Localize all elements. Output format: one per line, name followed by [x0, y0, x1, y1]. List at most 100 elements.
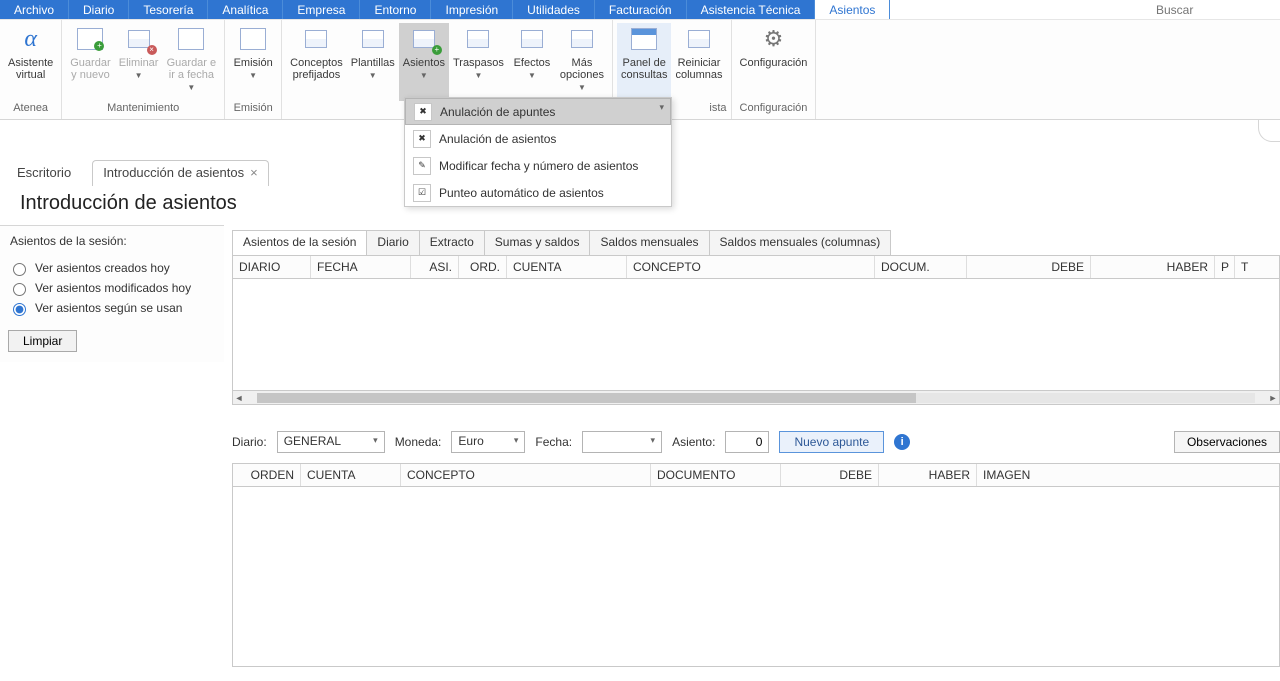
info-icon[interactable]: i [894, 434, 910, 450]
radio-creados-hoy[interactable]: Ver asientos creados hoy [8, 260, 216, 276]
itab-saldos-mensuales-col[interactable]: Saldos mensuales (columnas) [709, 230, 892, 255]
emision-icon [237, 25, 269, 53]
dropdown-anulacion-asientos[interactable]: ✖ Anulación de asientos [405, 125, 671, 152]
col2-orden[interactable]: ORDEN [233, 464, 301, 486]
asiento-input[interactable] [725, 431, 769, 453]
reiniciar-columnas-button[interactable]: Reiniciar columnas [671, 23, 726, 101]
itab-asientos-sesion[interactable]: Asientos de la sesión [232, 230, 367, 255]
menu-tesoreria[interactable]: Tesorería [129, 0, 208, 19]
emision-button[interactable]: Emisión ▼ [229, 23, 277, 101]
scroll-thumb[interactable] [257, 393, 916, 403]
panel-consultas-button[interactable]: Panel de consultas [617, 23, 671, 101]
menu-entorno[interactable]: Entorno [360, 0, 431, 19]
asistente-virtual-button[interactable]: α Asistente virtual [4, 23, 57, 101]
dropcaret: ▼ [528, 70, 536, 82]
label: Asistente [8, 57, 53, 69]
menu-facturacion[interactable]: Facturación [595, 0, 687, 19]
col-concepto[interactable]: CONCEPTO [627, 256, 875, 278]
dropdown-punteo[interactable]: ☑ Punteo automático de asientos [405, 179, 671, 206]
label: Traspasos [453, 57, 504, 69]
dropdown-modificar[interactable]: ✎ Modificar fecha y número de asientos [405, 152, 671, 179]
anul-asientos-icon: ✖ [413, 130, 431, 148]
itab-diario[interactable]: Diario [366, 230, 419, 255]
mas-opciones-button[interactable]: Más opciones ▼ [556, 23, 608, 101]
label: Punteo automático de asientos [439, 186, 604, 200]
moneda-select[interactable]: Euro [451, 431, 525, 453]
col2-concepto[interactable]: CONCEPTO [401, 464, 651, 486]
col-asi[interactable]: ASI. [411, 256, 459, 278]
menu-archivo[interactable]: Archivo [0, 0, 69, 19]
col2-cuenta[interactable]: CUENTA [301, 464, 401, 486]
modificar-icon: ✎ [413, 157, 431, 175]
dropdown-anulacion-apuntes[interactable]: ✖ Anulación de apuntes [405, 98, 671, 125]
radio-segun-usan[interactable]: Ver asientos según se usan [8, 300, 216, 316]
group-label: Configuración [736, 101, 812, 119]
col-diario[interactable]: DIARIO [233, 256, 311, 278]
scroll-left-arrow[interactable]: ◄ [233, 393, 245, 403]
menu-utilidades[interactable]: Utilidades [513, 0, 595, 19]
gear-icon: ⚙ [757, 25, 789, 53]
eliminar-button[interactable]: × Eliminar ▼ [115, 23, 163, 101]
entry-table-header: ORDEN CUENTA CONCEPTO DOCUMENTO DEBE HAB… [232, 463, 1280, 487]
menu-empresa[interactable]: Empresa [283, 0, 360, 19]
panel-icon [628, 25, 660, 53]
inner-tabs: Asientos de la sesión Diario Extracto Su… [232, 230, 1280, 255]
itab-sumas-saldos[interactable]: Sumas y saldos [484, 230, 591, 255]
plantillas-icon [357, 25, 389, 53]
observaciones-button[interactable]: Observaciones [1174, 431, 1280, 453]
col-docum[interactable]: DOCUM. [875, 256, 967, 278]
col2-debe[interactable]: DEBE [781, 464, 879, 486]
col2-imagen[interactable]: IMAGEN [977, 464, 1279, 486]
label: Guardar [70, 57, 110, 69]
limpiar-button[interactable]: Limpiar [8, 330, 77, 352]
menu-asientos[interactable]: Asientos [815, 0, 890, 19]
diario-select[interactable]: GENERAL [277, 431, 385, 453]
col-cuenta[interactable]: CUENTA [507, 256, 627, 278]
scroll-track[interactable] [257, 393, 1255, 403]
nuevo-apunte-button[interactable]: Nuevo apunte [779, 431, 884, 453]
col-debe[interactable]: DEBE [967, 256, 1091, 278]
guardar-y-nuevo-button[interactable]: + Guardar y nuevo [66, 23, 114, 101]
col2-haber[interactable]: HABER [879, 464, 977, 486]
horizontal-scrollbar[interactable]: ◄ ► [232, 391, 1280, 405]
col-t[interactable]: T [1235, 256, 1255, 278]
close-icon[interactable]: × [250, 165, 258, 180]
entry-form-row: Diario: GENERAL Moneda: Euro Fecha: Asie… [232, 431, 1280, 453]
label: Modificar fecha y número de asientos [439, 159, 638, 173]
alpha-icon: α [15, 25, 47, 53]
itab-extracto[interactable]: Extracto [419, 230, 485, 255]
mas-opciones-icon [566, 25, 598, 53]
menu-impresion[interactable]: Impresión [431, 0, 513, 19]
guardar-ir-fecha-button[interactable]: Guardar e ir a fecha ▼ [163, 23, 221, 101]
diario-label: Diario: [232, 435, 267, 449]
col-fecha[interactable]: FECHA [311, 256, 411, 278]
col-ord[interactable]: ORD. [459, 256, 507, 278]
tab-introduccion[interactable]: Introducción de asientos× [92, 160, 269, 186]
configuracion-button[interactable]: ⚙ Configuración [736, 23, 812, 101]
label: Conceptos [290, 57, 343, 69]
fecha-select[interactable] [582, 431, 662, 453]
search-input[interactable] [1150, 0, 1280, 19]
efectos-button[interactable]: Efectos ▼ [508, 23, 556, 101]
menu-diario[interactable]: Diario [69, 0, 129, 19]
col-haber[interactable]: HABER [1091, 256, 1215, 278]
menu-asistencia[interactable]: Asistencia Técnica [687, 0, 816, 19]
plantillas-button[interactable]: Plantillas ▼ [347, 23, 399, 101]
anul-apuntes-icon: ✖ [414, 103, 432, 121]
col2-documento[interactable]: DOCUMENTO [651, 464, 781, 486]
label: y nuevo [71, 69, 110, 81]
entry-table-body [232, 487, 1280, 667]
label: Reiniciar [678, 57, 721, 69]
session-table-body [232, 279, 1280, 391]
tab-escritorio[interactable]: Escritorio [6, 160, 82, 186]
col-p[interactable]: P [1215, 256, 1235, 278]
traspasos-button[interactable]: Traspasos ▼ [449, 23, 508, 101]
conceptos-prefijados-button[interactable]: Conceptos prefijados [286, 23, 347, 101]
radio-modificados-hoy[interactable]: Ver asientos modificados hoy [8, 280, 216, 296]
session-sidepanel: Asientos de la sesión: Ver asientos crea… [0, 225, 224, 362]
menu-analitica[interactable]: Analítica [208, 0, 283, 19]
scroll-right-arrow[interactable]: ► [1267, 393, 1279, 403]
group-label: Emisión [229, 101, 277, 119]
asientos-button[interactable]: + Asientos ▼ [399, 23, 449, 101]
itab-saldos-mensuales[interactable]: Saldos mensuales [589, 230, 709, 255]
